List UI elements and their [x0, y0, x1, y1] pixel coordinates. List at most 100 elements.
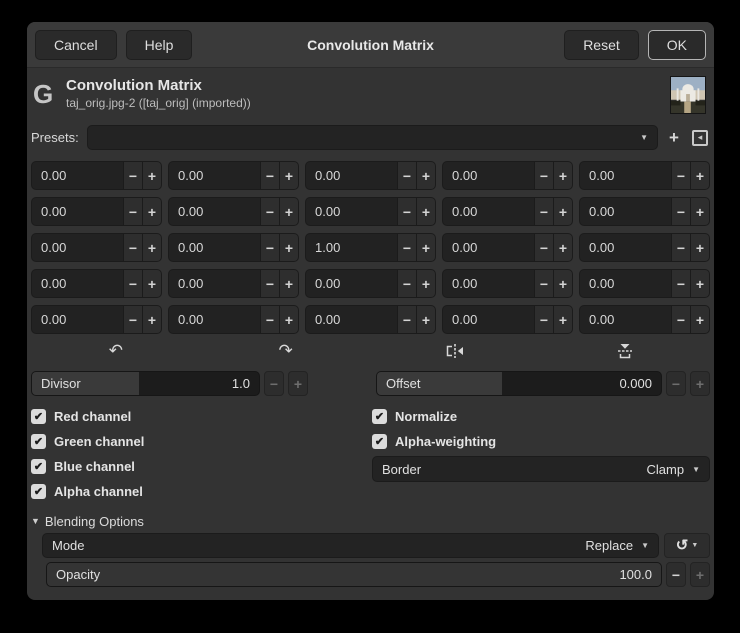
- matrix-cell-value[interactable]: 0.00: [306, 306, 397, 333]
- plus-icon[interactable]: +: [690, 234, 709, 261]
- plus-icon[interactable]: +: [690, 306, 709, 333]
- minus-icon[interactable]: −: [397, 162, 416, 189]
- minus-icon[interactable]: −: [260, 306, 279, 333]
- matrix-cell-r0c0[interactable]: 0.00− +: [31, 161, 162, 190]
- opacity-increment-button[interactable]: +: [690, 562, 710, 587]
- matrix-cell-value[interactable]: 0.00: [169, 198, 260, 225]
- minus-icon[interactable]: −: [260, 162, 279, 189]
- flip-horizontal-icon[interactable]: [371, 340, 541, 362]
- matrix-cell-value[interactable]: 0.00: [580, 162, 671, 189]
- minus-icon[interactable]: −: [123, 198, 142, 225]
- matrix-cell-r3c4[interactable]: 0.00− +: [579, 269, 710, 298]
- minus-icon[interactable]: −: [534, 162, 553, 189]
- rotate-clockwise-icon[interactable]: ↷: [201, 340, 371, 362]
- matrix-cell-r0c4[interactable]: 0.00− +: [579, 161, 710, 190]
- mode-dropdown[interactable]: Mode Replace ▼: [42, 533, 659, 558]
- checkbox-green-channel[interactable]: ✔ Green channel: [31, 429, 372, 454]
- matrix-cell-value[interactable]: 1.00: [306, 234, 397, 261]
- plus-icon[interactable]: +: [142, 306, 161, 333]
- mode-reset-button[interactable]: ↺ ▼: [664, 533, 710, 558]
- minus-icon[interactable]: −: [671, 306, 690, 333]
- matrix-cell-value[interactable]: 0.00: [169, 234, 260, 261]
- matrix-cell-value[interactable]: 0.00: [580, 198, 671, 225]
- matrix-cell-value[interactable]: 0.00: [169, 270, 260, 297]
- matrix-cell-value[interactable]: 0.00: [306, 198, 397, 225]
- presets-dropdown[interactable]: ▼: [86, 125, 658, 150]
- matrix-cell-value[interactable]: 0.00: [306, 162, 397, 189]
- matrix-cell-r4c1[interactable]: 0.00− +: [168, 305, 299, 334]
- minus-icon[interactable]: −: [397, 270, 416, 297]
- plus-icon[interactable]: +: [553, 234, 572, 261]
- minus-icon[interactable]: −: [123, 162, 142, 189]
- matrix-cell-value[interactable]: 0.00: [32, 270, 123, 297]
- matrix-cell-value[interactable]: 0.00: [32, 306, 123, 333]
- minus-icon[interactable]: −: [123, 306, 142, 333]
- matrix-cell-value[interactable]: 0.00: [443, 234, 534, 261]
- matrix-cell-r1c3[interactable]: 0.00− +: [442, 197, 573, 226]
- matrix-cell-value[interactable]: 0.00: [580, 306, 671, 333]
- matrix-cell-r4c4[interactable]: 0.00− +: [579, 305, 710, 334]
- minus-icon[interactable]: −: [534, 306, 553, 333]
- rotate-counter-clockwise-icon[interactable]: ↶: [31, 340, 201, 362]
- cancel-button[interactable]: Cancel: [35, 29, 117, 60]
- plus-icon[interactable]: +: [142, 162, 161, 189]
- flip-vertical-icon[interactable]: [540, 340, 710, 362]
- matrix-cell-value[interactable]: 0.00: [32, 234, 123, 261]
- divisor-value[interactable]: 1.0: [232, 376, 259, 391]
- matrix-cell-r4c3[interactable]: 0.00− +: [442, 305, 573, 334]
- matrix-cell-value[interactable]: 0.00: [580, 270, 671, 297]
- blending-options-expander[interactable]: ▼ Blending Options: [31, 513, 710, 529]
- matrix-cell-value[interactable]: 0.00: [443, 198, 534, 225]
- plus-icon[interactable]: +: [553, 162, 572, 189]
- matrix-cell-value[interactable]: 0.00: [169, 162, 260, 189]
- minus-icon[interactable]: −: [534, 198, 553, 225]
- matrix-cell-r0c1[interactable]: 0.00− +: [168, 161, 299, 190]
- border-dropdown[interactable]: Border Clamp ▼: [372, 456, 710, 482]
- matrix-cell-r3c1[interactable]: 0.00− +: [168, 269, 299, 298]
- matrix-cell-r1c4[interactable]: 0.00− +: [579, 197, 710, 226]
- minus-icon[interactable]: −: [671, 234, 690, 261]
- matrix-cell-r3c2[interactable]: 0.00− +: [305, 269, 436, 298]
- matrix-cell-r3c3[interactable]: 0.00− +: [442, 269, 573, 298]
- plus-icon[interactable]: +: [279, 234, 298, 261]
- matrix-cell-r1c0[interactable]: 0.00− +: [31, 197, 162, 226]
- minus-icon[interactable]: −: [260, 198, 279, 225]
- opacity-decrement-button[interactable]: −: [666, 562, 686, 587]
- divisor-decrement-button[interactable]: −: [264, 371, 284, 396]
- matrix-cell-value[interactable]: 0.00: [580, 234, 671, 261]
- checkbox-normalize[interactable]: ✔ Normalize: [372, 404, 710, 429]
- checkbox-split-view[interactable]: Split view: [622, 595, 700, 600]
- matrix-cell-value[interactable]: 0.00: [443, 270, 534, 297]
- plus-icon[interactable]: +: [279, 162, 298, 189]
- plus-icon[interactable]: +: [690, 162, 709, 189]
- matrix-cell-r4c2[interactable]: 0.00− +: [305, 305, 436, 334]
- divisor-slider[interactable]: Divisor 1.0: [31, 371, 260, 396]
- matrix-cell-r4c0[interactable]: 0.00− +: [31, 305, 162, 334]
- checkbox-alpha-weighting[interactable]: ✔ Alpha-weighting: [372, 429, 710, 454]
- minus-icon[interactable]: −: [671, 198, 690, 225]
- reset-button[interactable]: Reset: [564, 29, 639, 60]
- plus-icon[interactable]: +: [553, 306, 572, 333]
- matrix-cell-r2c3[interactable]: 0.00− +: [442, 233, 573, 262]
- plus-icon[interactable]: +: [416, 306, 435, 333]
- matrix-cell-value[interactable]: 0.00: [32, 198, 123, 225]
- plus-icon[interactable]: +: [142, 198, 161, 225]
- opacity-value[interactable]: 100.0: [619, 567, 661, 582]
- plus-icon[interactable]: +: [279, 198, 298, 225]
- minus-icon[interactable]: −: [260, 234, 279, 261]
- minus-icon[interactable]: −: [534, 270, 553, 297]
- matrix-cell-value[interactable]: 0.00: [32, 162, 123, 189]
- minus-icon[interactable]: −: [534, 234, 553, 261]
- divisor-increment-button[interactable]: +: [288, 371, 308, 396]
- matrix-cell-r1c1[interactable]: 0.00− +: [168, 197, 299, 226]
- matrix-cell-r2c1[interactable]: 0.00− +: [168, 233, 299, 262]
- minus-icon[interactable]: −: [123, 270, 142, 297]
- plus-icon[interactable]: +: [690, 270, 709, 297]
- minus-icon[interactable]: −: [397, 234, 416, 261]
- offset-slider[interactable]: Offset 0.000: [376, 371, 662, 396]
- plus-icon[interactable]: +: [690, 198, 709, 225]
- matrix-cell-r2c0[interactable]: 0.00− +: [31, 233, 162, 262]
- add-preset-button[interactable]: +: [664, 128, 684, 148]
- plus-icon[interactable]: +: [279, 270, 298, 297]
- plus-icon[interactable]: +: [416, 234, 435, 261]
